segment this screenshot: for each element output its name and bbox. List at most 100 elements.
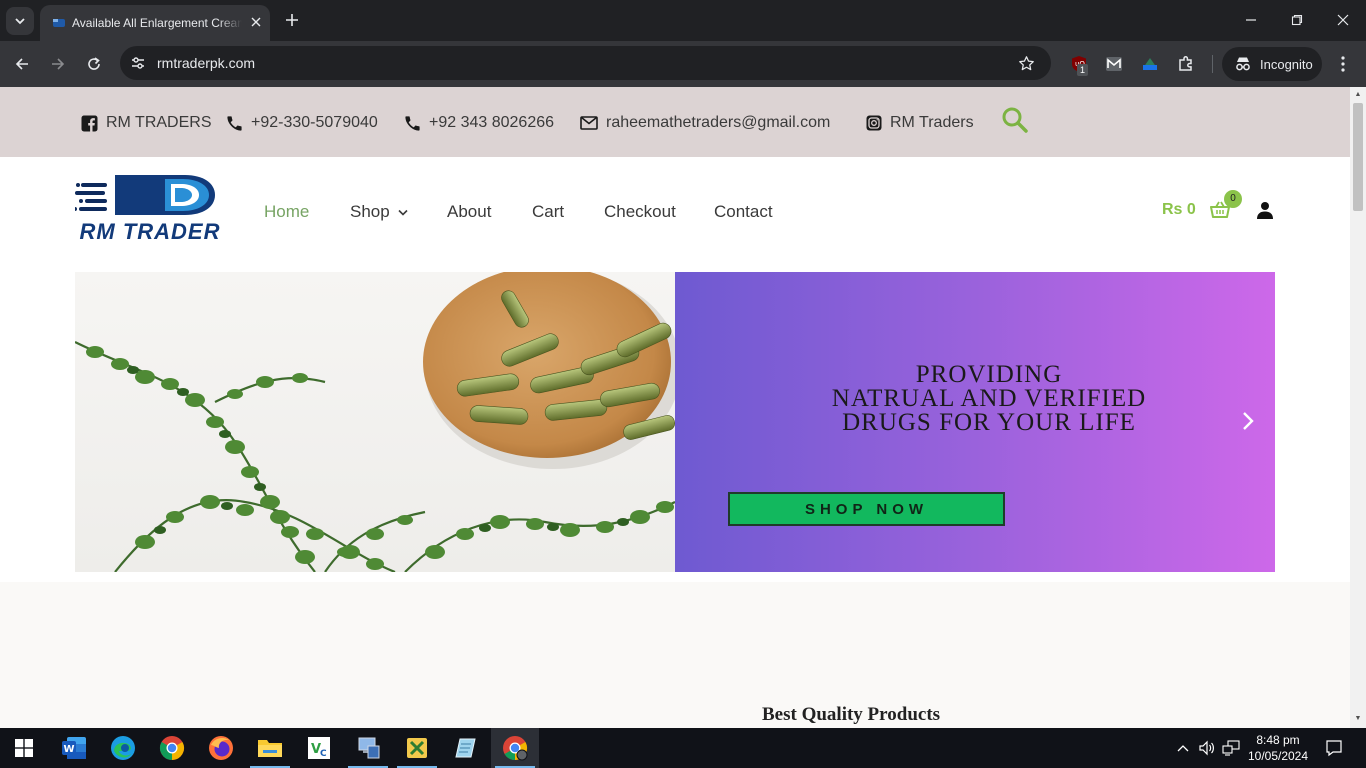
cart-total[interactable]: Rs 0 [1162, 201, 1196, 219]
hero-line-3: DRUGS FOR YOUR LIFE [842, 409, 1136, 436]
capsules-plant-illustration [75, 272, 675, 572]
toolbar-divider [1212, 55, 1213, 73]
nav-shop[interactable]: Shop [350, 202, 408, 222]
taskbar-chrome-active[interactable] [491, 728, 539, 768]
phone-icon [227, 115, 242, 131]
scrollbar-thumb[interactable] [1353, 103, 1363, 211]
vpn-extension-icon[interactable] [1139, 53, 1161, 75]
close-icon [1337, 14, 1349, 26]
volume-icon [1199, 740, 1214, 756]
incognito-indicator[interactable]: Incognito [1222, 47, 1322, 81]
nav-contact[interactable]: Contact [714, 202, 773, 222]
chevron-up-icon [1177, 745, 1189, 752]
clock-date: 10/05/2024 [1247, 749, 1309, 763]
reload-icon [88, 57, 100, 70]
taskbar-chrome[interactable] [148, 728, 196, 768]
envelope-icon [580, 116, 598, 130]
shop-now-button[interactable]: SHOP NOW [728, 492, 1005, 526]
file-explorer-icon [258, 740, 282, 757]
extension-badge: 1 [1077, 64, 1089, 76]
logo-text: RM TRADER [80, 219, 221, 244]
firefox-icon [209, 736, 233, 760]
site-info-icon[interactable] [129, 54, 147, 72]
phone-link-2[interactable]: +92 343 8026266 [404, 113, 554, 133]
taskbar-edge[interactable] [99, 728, 147, 768]
volume-button[interactable] [1196, 728, 1218, 768]
account-button[interactable] [1256, 201, 1274, 224]
url-text[interactable]: rmtraderpk.com [157, 54, 255, 72]
vnc-icon: VC [308, 737, 330, 759]
new-tab-button[interactable] [281, 9, 303, 31]
back-button[interactable] [8, 50, 36, 78]
brand-facebook-link[interactable]: RM TRADERS [81, 113, 212, 133]
arrow-right-icon [52, 58, 65, 70]
site-logo[interactable]: RM TRADER [73, 173, 225, 245]
phone-number-2: +92 343 8026266 [429, 114, 555, 131]
restore-button[interactable] [1274, 6, 1320, 34]
tab-close-button[interactable] [247, 13, 265, 31]
phone-icon [405, 115, 420, 131]
minimize-button[interactable] [1228, 6, 1274, 34]
network-icon [1222, 740, 1240, 756]
edge-icon [111, 736, 135, 760]
section-title: Best Quality Products [762, 704, 941, 725]
nav-about[interactable]: About [447, 202, 491, 222]
nav-home-label: Home [264, 202, 310, 221]
browser-tab-bar: Available All Enlargement Cream [0, 0, 1366, 41]
site-favicon-icon [53, 19, 65, 27]
contact-topbar: RM TRADERS +92-330-5079040 +92 343 80262… [0, 87, 1350, 157]
search-icon [1002, 107, 1028, 133]
browser-toolbar: rmtraderpk.com uO 1 Incognito [0, 41, 1366, 87]
phone-link-1[interactable]: +92-330-5079040 [226, 113, 378, 133]
forward-button[interactable] [44, 50, 72, 78]
svg-text:C: C [320, 749, 327, 759]
taskbar-vnc[interactable]: VC [295, 728, 343, 768]
taskbar-file-explorer[interactable] [246, 728, 294, 768]
taskbar-firefox[interactable] [197, 728, 245, 768]
chevron-down-icon [398, 209, 408, 216]
chrome-profile-icon [503, 736, 528, 761]
taskbar-word[interactable]: W [50, 728, 98, 768]
ublock-extension-icon[interactable]: uO 1 [1068, 53, 1090, 76]
notifications-button[interactable] [1320, 728, 1348, 768]
instagram-name: RM Traders [890, 114, 974, 131]
email-link[interactable]: raheemathetraders@gmail.com [580, 113, 830, 133]
svg-text:W: W [63, 744, 74, 755]
nav-checkout[interactable]: Checkout [604, 202, 676, 222]
taskbar-tools[interactable] [393, 728, 441, 768]
hero-slider: PROVIDING NATRUAL AND VERIFIED DRUGS FOR… [75, 272, 1275, 572]
browser-menu-button[interactable] [1332, 53, 1354, 75]
tab-search-button[interactable] [6, 7, 34, 35]
network-button[interactable] [1220, 728, 1242, 768]
more-vertical-icon [1341, 56, 1345, 72]
nav-cart[interactable]: Cart [532, 202, 564, 222]
system-clock[interactable]: 8:48 pm 10/05/2024 [1246, 732, 1310, 764]
nav-checkout-label: Checkout [604, 202, 676, 221]
reload-button[interactable] [80, 50, 108, 78]
taskbar-network-tool[interactable] [344, 728, 392, 768]
bookmark-star-icon[interactable] [1017, 54, 1035, 72]
scroll-down-arrow-icon[interactable]: ▼ [1354, 715, 1362, 723]
user-icon [1257, 202, 1273, 219]
window-close-button[interactable] [1320, 6, 1366, 34]
hero-line-2: NATRUAL AND VERIFIED [831, 385, 1147, 412]
phone-number-1: +92-330-5079040 [251, 114, 378, 131]
start-button[interactable] [0, 728, 48, 768]
arrow-left-icon [15, 58, 28, 70]
scroll-up-arrow-icon[interactable]: ▲ [1354, 91, 1362, 99]
instagram-icon [866, 115, 882, 131]
taskbar-notepad[interactable] [442, 728, 490, 768]
incognito-icon [1236, 57, 1250, 71]
instagram-link[interactable]: RM Traders [866, 113, 974, 133]
site-search-button[interactable] [1001, 106, 1029, 139]
slider-next-button[interactable] [1241, 410, 1255, 437]
gmail-extension-icon[interactable] [1103, 53, 1125, 75]
page-scrollbar[interactable]: ▲ ▼ [1350, 87, 1366, 728]
nav-home[interactable]: Home [264, 202, 309, 222]
nav-cart-label: Cart [532, 202, 565, 221]
chevron-right-icon [1243, 412, 1254, 430]
browser-tab[interactable]: Available All Enlargement Cream [40, 5, 270, 41]
extensions-puzzle-icon[interactable] [1175, 53, 1197, 75]
tray-overflow-button[interactable] [1173, 728, 1193, 768]
address-bar[interactable]: rmtraderpk.com [120, 46, 1051, 80]
